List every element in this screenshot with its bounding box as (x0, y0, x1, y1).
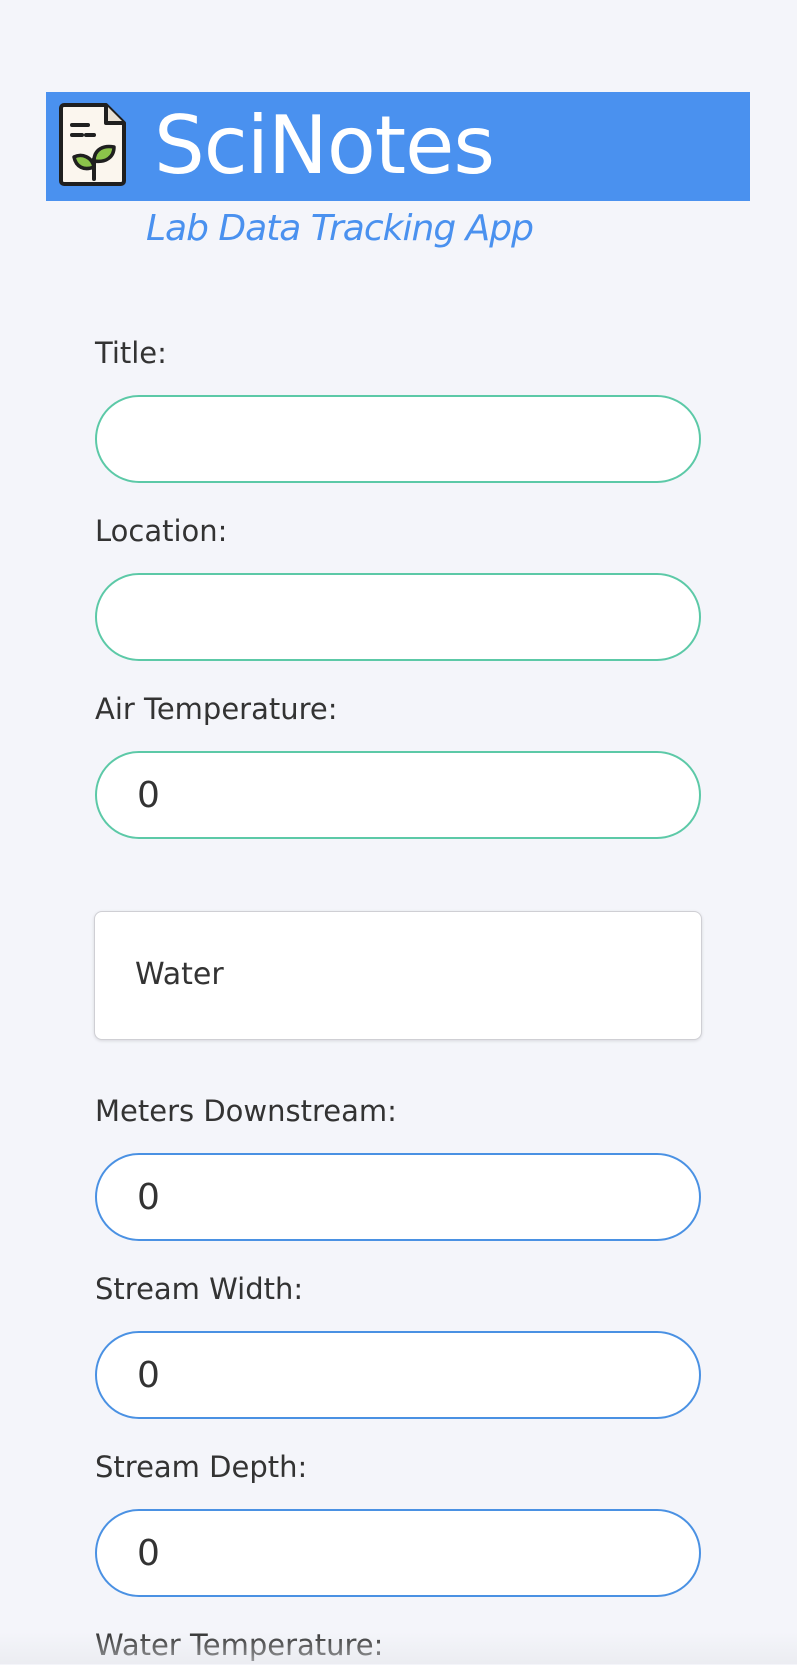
sample-type-select[interactable]: Water (94, 911, 702, 1040)
stream-width-label: Stream Width: (95, 1272, 304, 1306)
location-label: Location: (95, 514, 228, 548)
meters-downstream-label: Meters Downstream: (95, 1094, 397, 1128)
stream-depth-input[interactable] (95, 1509, 701, 1597)
water-temperature-label: Water Temperature: (95, 1628, 384, 1662)
stream-depth-label: Stream Depth: (95, 1450, 308, 1484)
title-label: Title: (95, 336, 167, 370)
app-subtitle: Lab Data Tracking App (146, 208, 534, 249)
air-temperature-label: Air Temperature: (95, 692, 338, 726)
meters-downstream-input[interactable] (95, 1153, 701, 1241)
stream-width-input[interactable] (95, 1331, 701, 1419)
air-temperature-input[interactable] (95, 751, 701, 839)
location-input[interactable] (95, 573, 701, 661)
sample-type-selected-value: Water (135, 957, 224, 992)
title-input[interactable] (95, 395, 701, 483)
app-banner: SciNotes (46, 92, 750, 201)
document-sprout-icon (59, 103, 126, 186)
app-title: SciNotes (154, 99, 495, 192)
